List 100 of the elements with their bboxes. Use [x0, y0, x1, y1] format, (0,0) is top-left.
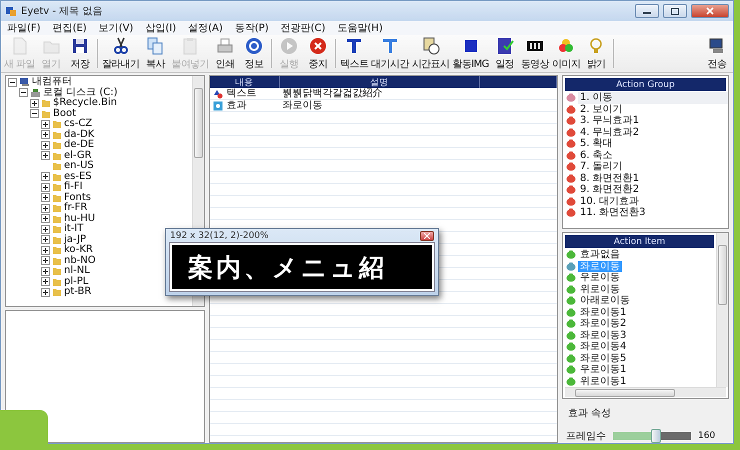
- expand-icon[interactable]: [41, 120, 50, 129]
- expand-icon[interactable]: [41, 235, 50, 244]
- frame-slider[interactable]: [613, 432, 691, 440]
- tree-item[interactable]: Boot: [53, 108, 76, 119]
- close-button[interactable]: [420, 231, 434, 241]
- toolbar-button[interactable]: 이미지: [550, 36, 582, 71]
- tree-item[interactable]: da-DK: [64, 130, 94, 140]
- toolbar-button[interactable]: 인쇄: [211, 36, 239, 71]
- tree-item[interactable]: hu-HU: [64, 214, 96, 224]
- tree-item[interactable]: 내컴퓨터: [32, 77, 72, 88]
- tree-item[interactable]: 로컬 디스크 (C:): [43, 88, 118, 98]
- scrollbar[interactable]: [716, 233, 728, 387]
- tree-item[interactable]: $Recycle.Bin: [53, 98, 118, 108]
- stop-icon: [308, 36, 328, 56]
- list-item[interactable]: 7. 돌리기: [578, 161, 625, 172]
- list-item[interactable]: 2. 보이기: [578, 104, 625, 115]
- menu-item[interactable]: 보기(V): [98, 21, 134, 35]
- expand-icon[interactable]: [41, 214, 50, 224]
- folder-icon: [52, 150, 62, 161]
- list-item[interactable]: 좌로이동3: [578, 330, 628, 341]
- menu-item[interactable]: 파일(F): [7, 21, 41, 35]
- list-item[interactable]: 좌로이동4: [578, 341, 628, 352]
- action-icon: [566, 196, 576, 206]
- tree-item[interactable]: pt-BR: [64, 287, 92, 298]
- collapse-icon[interactable]: [8, 78, 17, 87]
- toolbar-button[interactable]: 동영상: [520, 36, 550, 71]
- list-item[interactable]: 좌로이동1: [578, 306, 628, 318]
- folder-icon: [52, 245, 62, 256]
- tree-item[interactable]: ja-JP: [64, 234, 86, 245]
- list-item[interactable]: 효과없음: [578, 249, 622, 260]
- expand-icon[interactable]: [30, 98, 39, 108]
- list-item[interactable]: 3. 무늬효과1: [578, 115, 642, 126]
- expand-icon[interactable]: [41, 193, 50, 202]
- toolbar-button[interactable]: 활동IMG: [451, 36, 490, 71]
- toolbar-button[interactable]: 대기시간: [370, 36, 410, 71]
- expand-icon[interactable]: [41, 256, 50, 266]
- toolbar-button[interactable]: 중지: [304, 36, 332, 71]
- list-item[interactable]: 좌로이동2: [578, 318, 628, 330]
- maximize-button[interactable]: [663, 4, 687, 18]
- list-item[interactable]: 우로이동1: [578, 364, 628, 376]
- menu-item[interactable]: 동작(P): [234, 21, 269, 35]
- toolbar-button[interactable]: 텍스트: [339, 36, 370, 71]
- tree-item[interactable]: de-DE: [64, 140, 94, 150]
- menu-item[interactable]: 삽입(I): [145, 21, 176, 35]
- expand-icon[interactable]: [41, 224, 50, 234]
- expand-icon[interactable]: [41, 288, 50, 297]
- expand-icon[interactable]: [41, 130, 50, 140]
- horizontal-scrollbar[interactable]: [565, 387, 726, 397]
- toolbar-button[interactable]: 저장: [66, 36, 94, 71]
- tree-item[interactable]: ko-KR: [64, 245, 93, 256]
- toolbar-button[interactable]: 잘라내기: [100, 36, 140, 71]
- tree-item[interactable]: cs-CZ: [64, 119, 92, 130]
- list-item[interactable]: 4. 무늬효과2: [578, 126, 642, 138]
- close-button[interactable]: [691, 4, 729, 18]
- list-item[interactable]: 아래로이동: [578, 295, 632, 306]
- list-item[interactable]: 우로이동: [578, 272, 622, 284]
- list-item[interactable]: 위로이동1: [578, 376, 628, 387]
- toolbar-button[interactable]: 정보: [240, 36, 268, 71]
- expand-icon[interactable]: [41, 140, 50, 150]
- expand-icon[interactable]: [41, 182, 50, 192]
- tree-item[interactable]: pl-PL: [64, 276, 88, 287]
- toolbar-button[interactable]: 전송: [703, 36, 731, 71]
- collapse-icon[interactable]: [19, 88, 28, 98]
- list-item[interactable]: 좌로이동5: [578, 352, 628, 364]
- list-item[interactable]: 8. 화면전환1: [578, 172, 642, 184]
- minimize-button[interactable]: [635, 4, 659, 18]
- list-item[interactable]: 1. 이동: [578, 92, 728, 104]
- toolbar-button[interactable]: 일정: [490, 36, 519, 71]
- slider-value: 160: [698, 431, 716, 441]
- tree-item[interactable]: nb-NO: [64, 256, 96, 266]
- menu-item[interactable]: 설정(A): [188, 21, 223, 35]
- menu-item[interactable]: 편집(E): [52, 21, 87, 35]
- slider-thumb[interactable]: [650, 429, 661, 443]
- tree-item[interactable]: Fonts: [64, 192, 91, 203]
- toolbar-button[interactable]: 시간표시: [410, 36, 450, 71]
- list-item[interactable]: 10. 대기효과: [578, 196, 642, 207]
- expand-icon[interactable]: [41, 204, 50, 213]
- expand-icon[interactable]: [41, 151, 50, 160]
- expand-icon[interactable]: [41, 246, 50, 255]
- list-item[interactable]: 9. 화면전환2: [578, 184, 642, 196]
- tree-item[interactable]: en-US: [64, 161, 94, 172]
- expand-icon[interactable]: [41, 172, 50, 182]
- menu-item[interactable]: 전광판(C): [280, 21, 326, 35]
- collapse-icon[interactable]: [30, 109, 39, 118]
- tree-item[interactable]: fr-FR: [64, 203, 88, 214]
- tree-item[interactable]: nl-NL: [64, 266, 90, 276]
- action-icon: [566, 262, 576, 271]
- toolbar-button[interactable]: 밝기: [582, 36, 610, 71]
- tree-item[interactable]: fi-FI: [64, 182, 83, 192]
- list-item[interactable]: 11. 화면전환3: [578, 207, 648, 218]
- tree-item[interactable]: it-IT: [64, 224, 84, 234]
- tree-item[interactable]: es-ES: [64, 172, 92, 182]
- expand-icon[interactable]: [41, 277, 50, 286]
- expand-icon[interactable]: [41, 266, 50, 276]
- list-item[interactable]: 5. 확대: [578, 138, 615, 150]
- toolbar-button[interactable]: 복사: [141, 36, 170, 71]
- menu-item[interactable]: 도움말(H): [337, 21, 383, 35]
- list-item[interactable]: 위로이동: [578, 284, 622, 295]
- list-item[interactable]: 6. 축소: [578, 150, 615, 161]
- tree-item[interactable]: el-GR: [64, 150, 92, 161]
